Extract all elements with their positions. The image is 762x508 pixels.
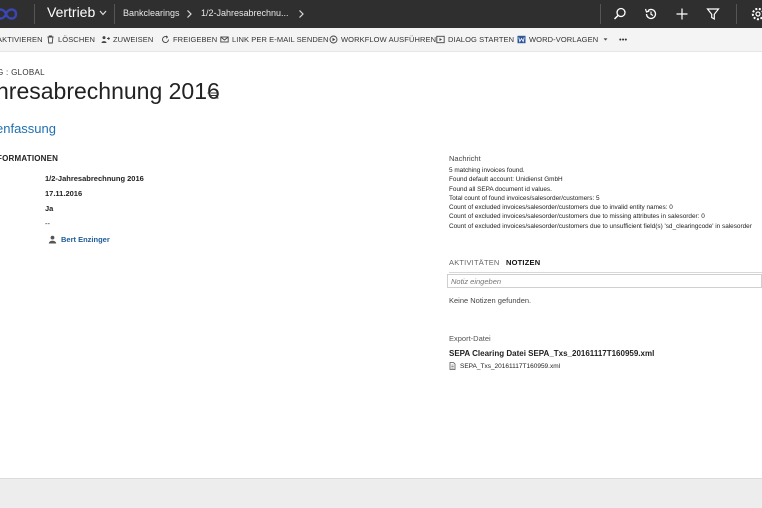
command-bar: AKTIVIEREN LÖSCHEN ZUWEISEN FREIGEBEN LI… bbox=[0, 28, 762, 52]
note-input[interactable] bbox=[447, 274, 762, 288]
tab-activities[interactable]: AKTIVITÄTEN bbox=[449, 258, 500, 267]
message-line: Count of excluded invoices/salesorder/cu… bbox=[449, 213, 705, 221]
message-line: Count of excluded invoices/salesorder/cu… bbox=[449, 222, 752, 230]
chevron-right-icon[interactable] bbox=[297, 9, 305, 19]
message-text: 5 matching invoices found. Found default… bbox=[449, 166, 762, 231]
record-menu-icon[interactable] bbox=[207, 91, 219, 100]
nav-separator bbox=[114, 4, 115, 24]
assign-label: ZUWEISEN bbox=[113, 35, 154, 44]
breadcrumb-current-record[interactable]: 1/2-Jahresabrechnu... bbox=[201, 8, 289, 18]
nav-separator bbox=[600, 4, 601, 24]
assign-icon bbox=[101, 36, 110, 43]
dynamics-logo-icon[interactable] bbox=[0, 5, 20, 23]
email-link-button[interactable]: LINK PER E-MAIL SENDEN bbox=[220, 35, 329, 44]
information-group-title: FORMATIONEN bbox=[0, 154, 59, 163]
message-line: Found all SEPA document id values. bbox=[449, 185, 552, 193]
message-line: Count of excluded invoices/salesorder/cu… bbox=[449, 204, 673, 212]
field-value-date[interactable]: 17.11.2016 bbox=[45, 189, 82, 198]
attachment-name: SEPA_Txs_20161117T160959.xml bbox=[460, 362, 561, 370]
breadcrumb-bankclearings[interactable]: Bankclearings bbox=[123, 8, 180, 18]
share-button[interactable]: FREIGEBEN bbox=[161, 35, 217, 44]
owner-name: Bert Enzinger bbox=[61, 235, 110, 244]
field-value-flag[interactable]: Ja bbox=[45, 204, 53, 213]
summary-section-title: enfassung bbox=[0, 121, 56, 136]
message-line: 5 matching invoices found. bbox=[449, 167, 525, 174]
filter-icon[interactable] bbox=[705, 6, 721, 22]
more-commands-button[interactable]: ••• bbox=[619, 35, 627, 44]
file-icon bbox=[449, 362, 456, 370]
delete-label: LÖSCHEN bbox=[58, 35, 95, 44]
top-navigation-bar: Vertrieb Bankclearings 1/2-Jahresabrechn… bbox=[0, 0, 762, 28]
entity-type-label: G : GLOBAL bbox=[0, 68, 45, 77]
field-row-date: : 17.11.2016 bbox=[0, 189, 196, 201]
message-line: Total count of found invoices/salesorder… bbox=[449, 194, 600, 202]
field-value-empty[interactable]: -- bbox=[45, 219, 50, 228]
field-row-empty: -- bbox=[0, 219, 196, 231]
message-label: Nachricht bbox=[449, 154, 481, 163]
field-row-flag: Ja bbox=[0, 204, 196, 216]
word-templates-label: WORD-VORLAGEN bbox=[529, 35, 599, 44]
dialog-icon bbox=[436, 35, 445, 44]
history-icon[interactable] bbox=[643, 6, 659, 22]
run-workflow-label: WORKFLOW AUSFÜHREN bbox=[341, 35, 437, 44]
settings-icon[interactable] bbox=[750, 6, 762, 22]
activate-button[interactable]: AKTIVIEREN bbox=[0, 35, 43, 44]
word-templates-button[interactable]: WORD-VORLAGEN bbox=[517, 35, 609, 44]
share-label: FREIGEBEN bbox=[173, 35, 218, 44]
nav-separator bbox=[736, 4, 737, 24]
chevron-down-icon[interactable] bbox=[98, 8, 108, 18]
export-file-label: Export-Datei bbox=[449, 334, 491, 343]
trash-icon bbox=[47, 35, 54, 44]
delete-button[interactable]: LÖSCHEN bbox=[46, 35, 95, 44]
field-row-name: 1/2-Jahresabrechnung 2016 bbox=[0, 174, 196, 186]
nav-separator bbox=[34, 4, 35, 24]
email-link-label: LINK PER E-MAIL SENDEN bbox=[232, 35, 329, 44]
start-dialog-label: DIALOG STARTEN bbox=[448, 35, 515, 44]
mail-icon bbox=[220, 36, 229, 43]
run-workflow-button[interactable]: WORKFLOW AUSFÜHREN bbox=[329, 35, 436, 44]
record-title: hresabrechnung 2016 bbox=[0, 78, 220, 104]
tabs-divider bbox=[449, 272, 762, 273]
user-icon bbox=[48, 235, 57, 244]
workflow-icon bbox=[329, 35, 338, 44]
start-dialog-button[interactable]: DIALOG STARTEN bbox=[436, 35, 514, 44]
chevron-right-icon[interactable] bbox=[185, 9, 193, 19]
footer-bar bbox=[0, 478, 762, 508]
tab-notes[interactable]: NOTIZEN bbox=[506, 258, 540, 267]
assign-button[interactable]: ZUWEISEN bbox=[101, 35, 153, 44]
owner-link[interactable]: Bert Enzinger bbox=[48, 235, 110, 244]
export-file-value: SEPA Clearing Datei SEPA_Txs_20161117T16… bbox=[449, 349, 655, 358]
app-name[interactable]: Vertrieb bbox=[47, 4, 95, 20]
field-value-name[interactable]: 1/2-Jahresabrechnung 2016 bbox=[45, 174, 144, 183]
more-commands-label: ••• bbox=[619, 35, 628, 44]
chevron-down-icon bbox=[603, 38, 608, 41]
activate-label: AKTIVIEREN bbox=[0, 35, 43, 44]
no-notes-text: Keine Notizen gefunden. bbox=[449, 296, 532, 305]
plus-icon[interactable] bbox=[674, 6, 690, 22]
search-icon[interactable] bbox=[612, 6, 628, 22]
attachment-link[interactable]: SEPA_Txs_20161117T160959.xml bbox=[449, 362, 560, 370]
share-icon bbox=[162, 35, 169, 43]
word-icon bbox=[517, 35, 526, 44]
message-line: Found default account: Unidienst GmbH bbox=[449, 176, 563, 184]
